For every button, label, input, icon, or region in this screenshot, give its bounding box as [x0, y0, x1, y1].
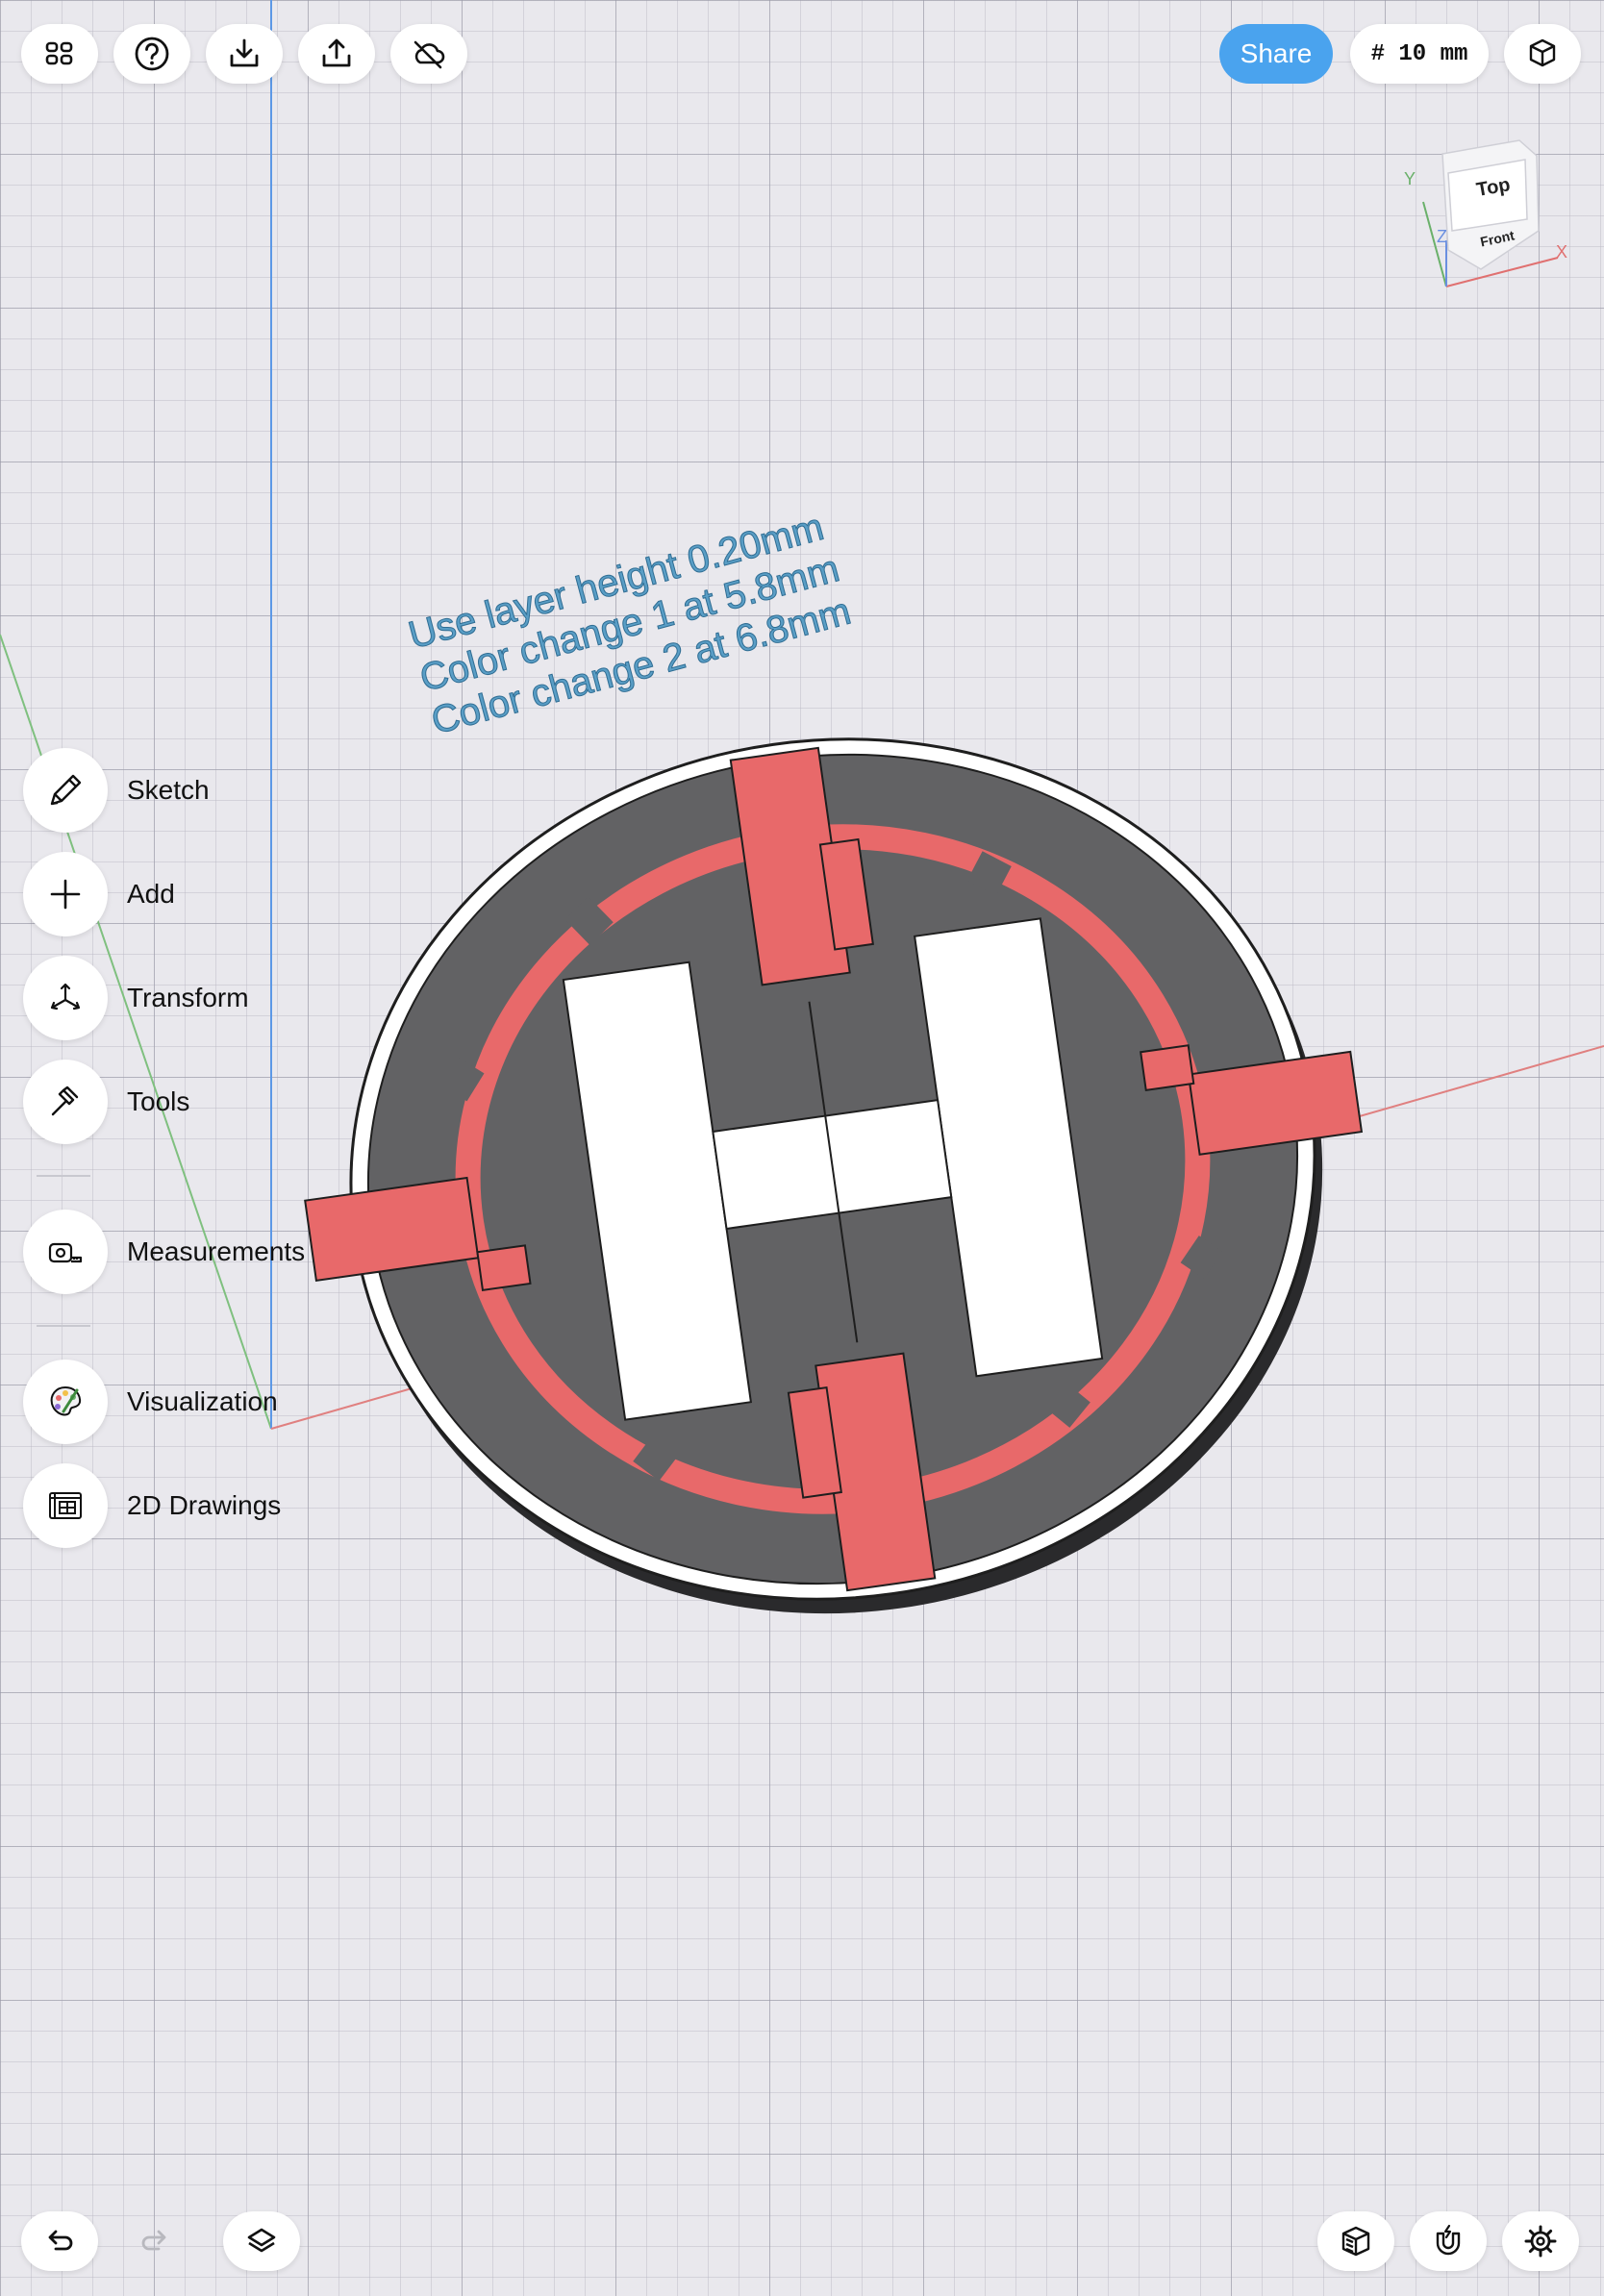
settings-button[interactable] — [1502, 2211, 1579, 2271]
sidebar-divider — [37, 1175, 90, 1177]
help-icon — [135, 37, 169, 71]
section-view-icon — [1341, 2226, 1370, 2257]
grid-view-button[interactable] — [21, 24, 98, 84]
sidebar-item-label: Transform — [127, 983, 249, 1012]
layers-button[interactable] — [223, 2211, 300, 2271]
redo-icon — [141, 2230, 166, 2251]
axis-z-label: Z — [1437, 227, 1447, 246]
sidebar-item-tools[interactable]: Tools — [23, 1060, 189, 1144]
sidebar-item-measurements[interactable]: Measurements — [23, 1210, 305, 1294]
import-icon — [230, 38, 259, 67]
view-cube[interactable]: Top Front X Y Z — [1385, 135, 1577, 308]
sidebar-item-label: Tools — [127, 1086, 190, 1116]
cloud-icon — [414, 40, 445, 69]
pencil-icon — [50, 774, 82, 806]
axis-y-label: Y — [1404, 169, 1416, 188]
palette-icon — [50, 1385, 82, 1416]
sidebar-item-sketch[interactable]: Sketch — [23, 748, 210, 833]
view-mode-button[interactable] — [1504, 24, 1581, 84]
layers-icon — [247, 2228, 276, 2253]
plus-icon — [50, 879, 81, 910]
blueprint-icon — [49, 1492, 82, 1519]
grid-view-icon — [45, 41, 73, 65]
sidebar-item-label: Visualization — [127, 1386, 278, 1416]
cloud-sync-button[interactable] — [390, 24, 467, 84]
coaster-model — [304, 737, 1364, 1614]
sidebar-item-2d-drawings[interactable]: 2D Drawings — [23, 1463, 281, 1548]
import-button[interactable] — [206, 24, 283, 84]
sidebar-item-label: Measurements — [127, 1236, 306, 1266]
sidebar-item-visualization[interactable]: Visualization — [23, 1360, 278, 1444]
sidebar-item-add[interactable]: Add — [23, 852, 175, 936]
redo-button[interactable] — [121, 2211, 188, 2271]
snap-button[interactable] — [1410, 2211, 1487, 2271]
snap-magnet-icon — [1436, 2224, 1461, 2256]
sidebar-divider — [37, 1325, 90, 1327]
viewport-canvas[interactable] — [0, 0, 1604, 2296]
grid-size-button[interactable]: # 10 mm — [1350, 24, 1489, 84]
undo-icon — [48, 2230, 73, 2251]
cube-view-icon — [1529, 38, 1556, 67]
settings-icon — [1524, 2225, 1557, 2258]
sidebar-item-transform[interactable]: Transform — [23, 956, 249, 1040]
tape-measure-icon — [48, 1242, 83, 1263]
section-view-button[interactable] — [1317, 2211, 1394, 2271]
axis-x-label: X — [1556, 242, 1568, 262]
export-button[interactable] — [298, 24, 375, 84]
undo-button[interactable] — [21, 2211, 98, 2271]
export-icon — [322, 38, 351, 67]
sidebar-item-label: 2D Drawings — [127, 1490, 282, 1520]
help-button[interactable] — [113, 24, 190, 84]
hammer-icon — [51, 1086, 79, 1116]
sidebar-item-label: Sketch — [127, 775, 210, 805]
view-cube-axes — [1422, 139, 1559, 287]
share-button[interactable]: Share — [1219, 24, 1333, 84]
sidebar-item-label: Add — [127, 879, 175, 909]
move-arrows-icon — [50, 983, 81, 1011]
